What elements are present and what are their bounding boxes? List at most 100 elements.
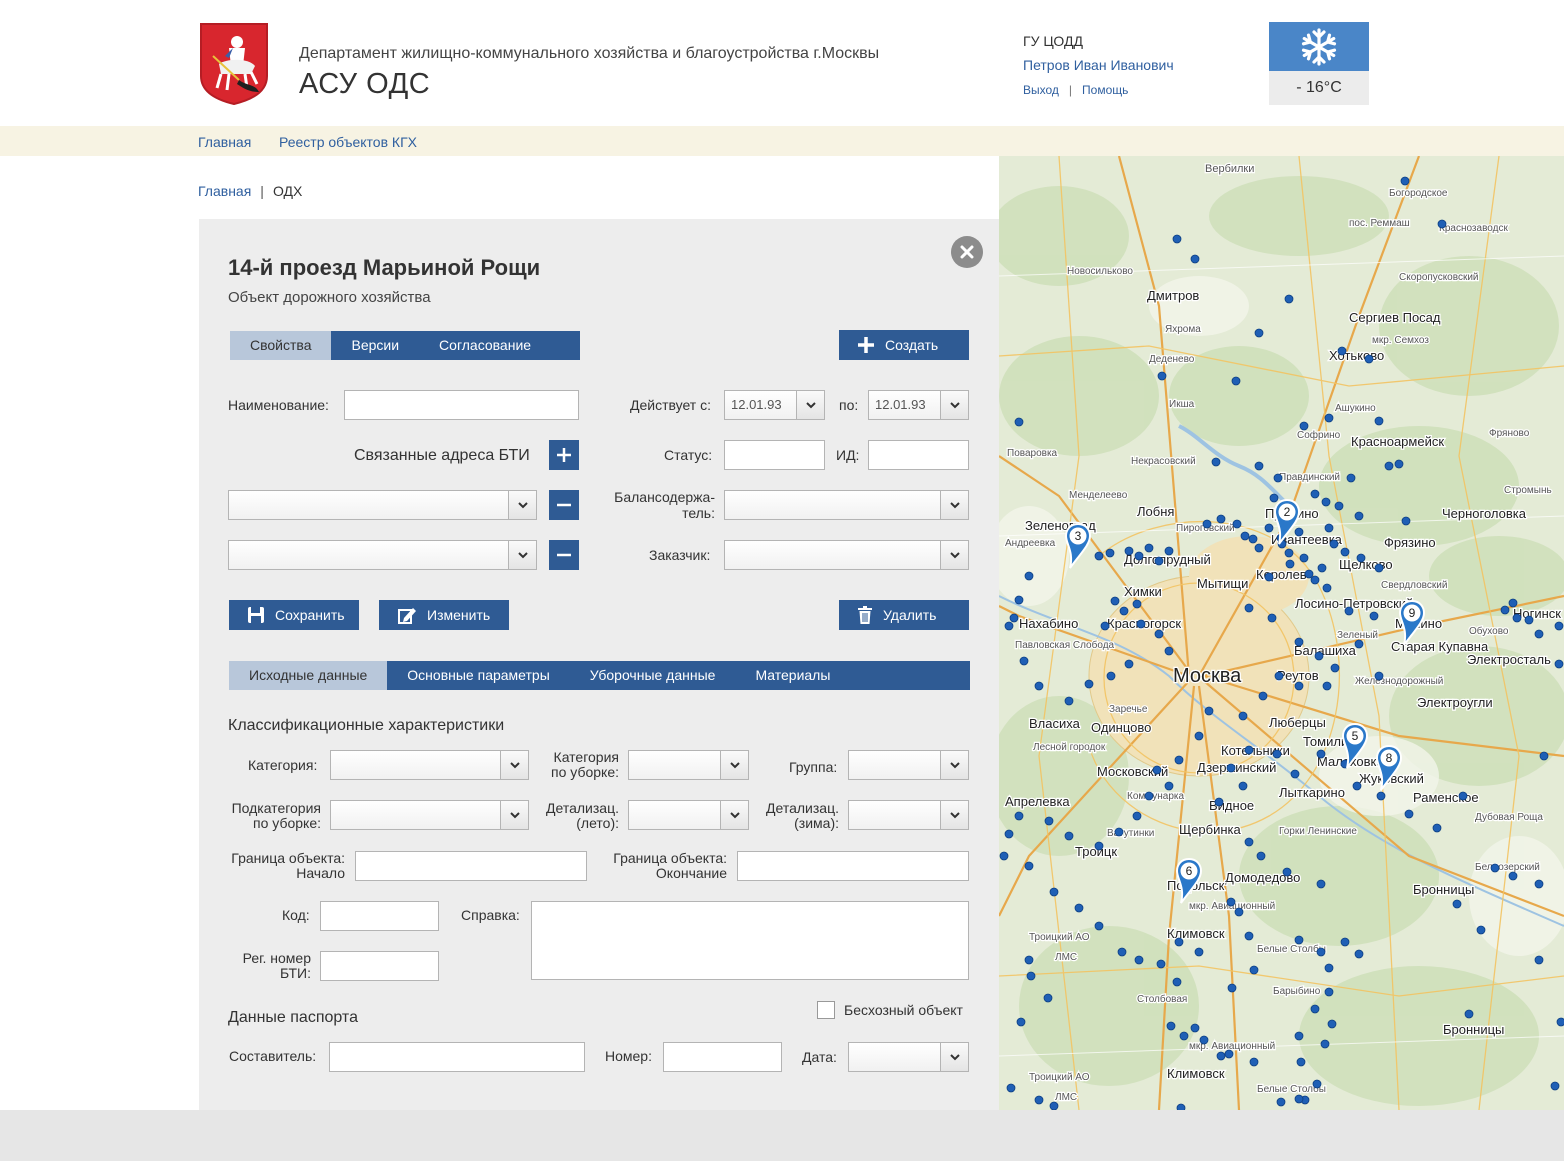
map-object-dot[interactable]: [1226, 897, 1236, 907]
map-object-dot[interactable]: [1299, 553, 1309, 563]
create-button[interactable]: Создать: [839, 330, 969, 360]
valid-from-date-select[interactable]: 12.01.93: [724, 390, 825, 420]
map-object-dot[interactable]: [1074, 903, 1084, 913]
remove-bti-address-button-1[interactable]: [549, 490, 579, 520]
delete-button[interactable]: Удалить: [839, 600, 969, 630]
tab-approval[interactable]: Согласование: [419, 331, 552, 360]
map-object-dot[interactable]: [1004, 829, 1014, 839]
detail-winter-select[interactable]: [848, 800, 969, 830]
map-object-dot[interactable]: [1240, 531, 1250, 541]
breadcrumb-home[interactable]: Главная: [198, 183, 251, 199]
map-object-dot[interactable]: [1400, 176, 1410, 186]
map-object-dot[interactable]: [1244, 837, 1254, 847]
map-object-dot[interactable]: [1476, 925, 1486, 935]
map-object-dot[interactable]: [1190, 1023, 1200, 1033]
date-select[interactable]: [848, 1042, 969, 1072]
map-object-dot[interactable]: [1024, 571, 1034, 581]
map-object-dot[interactable]: [1204, 706, 1214, 716]
user-name-link[interactable]: Петров Иван Иванович: [1023, 57, 1174, 73]
map-object-dot[interactable]: [1299, 421, 1309, 431]
map-object-dot[interactable]: [1014, 811, 1024, 821]
map-object-dot[interactable]: [1394, 459, 1404, 469]
map-canvas[interactable]: Вербилки Богородское пос. Реммаш Краснозаво…: [999, 156, 1564, 1110]
map-object-dot[interactable]: [1321, 497, 1331, 507]
map-object-dot[interactable]: [1432, 823, 1442, 833]
map-object-dot[interactable]: [1290, 769, 1300, 779]
map-object-dot[interactable]: [1512, 613, 1522, 623]
map-object-dot[interactable]: [1174, 755, 1184, 765]
map-object-dot[interactable]: [1534, 629, 1544, 639]
map-object-dot[interactable]: [1034, 1095, 1044, 1105]
valid-to-date-select[interactable]: 12.01.93: [868, 390, 969, 420]
map-object-dot[interactable]: [1152, 765, 1162, 775]
map-object-dot[interactable]: [1024, 861, 1034, 871]
map-object-dot[interactable]: [1437, 219, 1447, 229]
map-object-dot[interactable]: [1312, 1079, 1322, 1089]
map-object-dot[interactable]: [1249, 965, 1259, 975]
tab-properties[interactable]: Свойства: [230, 331, 332, 360]
map-object-dot[interactable]: [1106, 671, 1116, 681]
map-object-dot[interactable]: [1294, 1031, 1304, 1041]
bti-address-select-1[interactable]: [228, 490, 537, 520]
map-object-dot[interactable]: [1356, 553, 1366, 563]
map-object-dot[interactable]: [1310, 489, 1320, 499]
ownerless-checkbox[interactable]: [817, 1001, 835, 1019]
map-object-dot[interactable]: [1256, 851, 1266, 861]
map-object-dot[interactable]: [1179, 1031, 1189, 1041]
reg-number-input[interactable]: [320, 951, 439, 981]
map-object-dot[interactable]: [1490, 863, 1500, 873]
map-object-dot[interactable]: [1294, 1094, 1304, 1104]
map-object-dot[interactable]: [1452, 899, 1462, 909]
bti-address-select-2[interactable]: [228, 540, 537, 570]
map-object-dot[interactable]: [1324, 413, 1334, 423]
map-object-dot[interactable]: [1249, 1057, 1259, 1067]
map-object-dot[interactable]: [1006, 1083, 1016, 1093]
map-object-dot[interactable]: [1026, 971, 1036, 981]
map-object-dot[interactable]: [1534, 955, 1544, 965]
map-object-dot[interactable]: [1296, 1057, 1306, 1067]
map-object-dot[interactable]: [1117, 947, 1127, 957]
map-object-dot[interactable]: [1190, 254, 1200, 264]
map-object-dot[interactable]: [1114, 827, 1124, 837]
map-object-dot[interactable]: [1044, 816, 1054, 826]
compiler-input[interactable]: [329, 1042, 585, 1072]
map-object-dot[interactable]: [1100, 621, 1110, 631]
balance-holder-select[interactable]: [724, 490, 969, 520]
map-object-dot[interactable]: [1316, 879, 1326, 889]
map-object-dot[interactable]: [1214, 797, 1224, 807]
map-object-dot[interactable]: [1226, 763, 1236, 773]
map-object-dot[interactable]: [1374, 671, 1384, 681]
map-object-dot[interactable]: [1164, 646, 1174, 656]
map-object-dot[interactable]: [1554, 621, 1564, 631]
map-object-dot[interactable]: [1211, 457, 1221, 467]
map-object-dot[interactable]: [1248, 534, 1258, 544]
map-object-dot[interactable]: [1314, 651, 1324, 661]
map-object-dot[interactable]: [1227, 983, 1237, 993]
border-end-input[interactable]: [737, 851, 969, 881]
map-object-dot[interactable]: [1174, 937, 1184, 947]
map-object-dot[interactable]: [1354, 949, 1364, 959]
map-object-dot[interactable]: [1316, 749, 1326, 759]
map-object-dot[interactable]: [1458, 791, 1468, 801]
map-object-dot[interactable]: [1019, 656, 1029, 666]
add-bti-address-button[interactable]: [549, 440, 579, 470]
map-object-dot[interactable]: [1310, 575, 1320, 585]
map-object-dot[interactable]: [1231, 376, 1241, 386]
map-object-dot[interactable]: [1202, 519, 1212, 529]
map-object-dot[interactable]: [1282, 867, 1292, 877]
map-object-dot[interactable]: [1284, 294, 1294, 304]
map-object-dot[interactable]: [1404, 809, 1414, 819]
subcategory-select[interactable]: [330, 800, 529, 830]
map-object-dot[interactable]: [1124, 546, 1134, 556]
nav-registry[interactable]: Реестр объектов КГХ: [279, 134, 417, 150]
map-object-dot[interactable]: [1144, 543, 1154, 553]
map-object-dot[interactable]: [1324, 523, 1334, 533]
tab-main-parameters[interactable]: Основные параметры: [387, 661, 570, 690]
map-object-dot[interactable]: [1524, 615, 1534, 625]
name-input[interactable]: [344, 390, 579, 420]
map-object-dot[interactable]: [1244, 931, 1254, 941]
map-object-dot[interactable]: [1216, 514, 1226, 524]
map-object-dot[interactable]: [1324, 987, 1334, 997]
map-object-dot[interactable]: [1194, 731, 1204, 741]
map-object-dot[interactable]: [1284, 548, 1294, 558]
